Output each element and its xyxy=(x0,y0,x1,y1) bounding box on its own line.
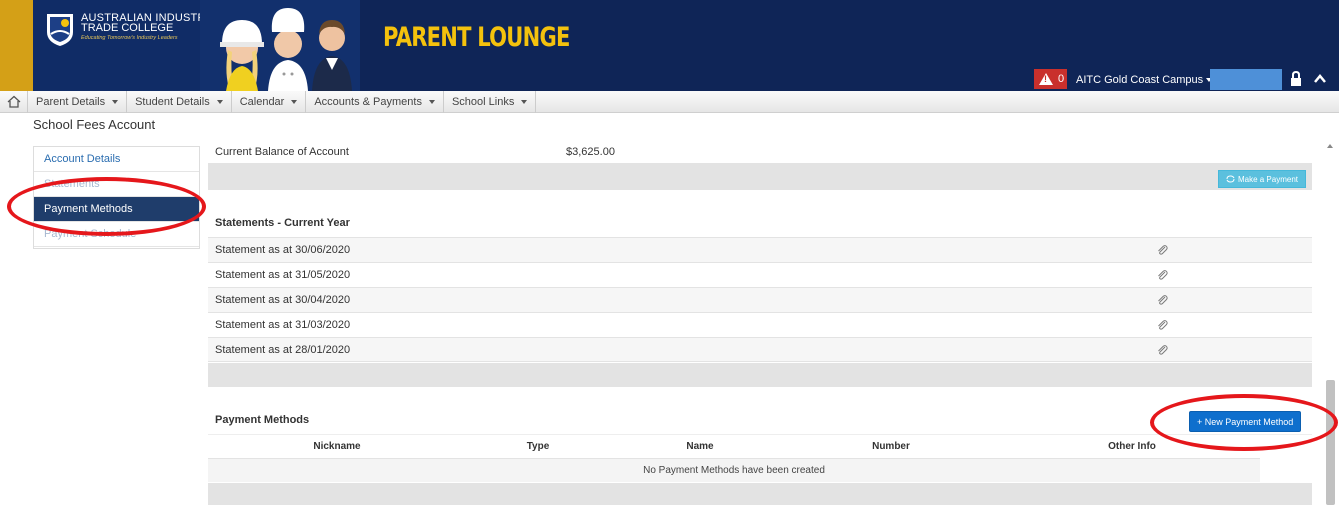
lock-icon[interactable] xyxy=(1289,70,1303,88)
nav-label: Accounts & Payments xyxy=(314,95,422,108)
warning-icon xyxy=(1039,73,1053,85)
column-header-name: Name xyxy=(686,441,714,452)
nav-student-details[interactable]: Student Details xyxy=(127,90,232,113)
logo-tagline: Educating Tomorrow's Industry Leaders xyxy=(81,35,178,41)
nav-school-links[interactable]: School Links xyxy=(444,90,537,113)
shield-logo-icon xyxy=(47,14,73,46)
make-payment-label: Make a Payment xyxy=(1237,174,1298,184)
payment-methods-title: Payment Methods xyxy=(215,414,310,426)
balance-label: Current Balance of Account xyxy=(215,145,349,158)
payment-methods-header: Nickname Type Name Number Other Info xyxy=(208,434,1312,458)
caret-down-icon xyxy=(428,99,435,104)
statements-title: Statements - Current Year xyxy=(215,217,350,229)
home-icon[interactable] xyxy=(0,90,28,113)
students-photo xyxy=(200,0,360,91)
paperclip-icon[interactable] xyxy=(1156,344,1168,357)
campus-dropdown[interactable]: AITC Gold Coast Campus xyxy=(1076,70,1213,89)
site-title: PARENT LOUNGE xyxy=(383,22,570,53)
statement-row[interactable]: Statement as at 31/05/2020 xyxy=(208,262,1312,287)
annotation-ellipse-new-payment-method xyxy=(1150,394,1338,451)
statement-row[interactable]: Statement as at 28/01/2020 xyxy=(208,337,1312,362)
statement-label: Statement as at 30/04/2020 xyxy=(215,294,351,306)
scroll-thumb[interactable] xyxy=(1326,380,1335,505)
chevron-up-icon[interactable] xyxy=(1313,70,1327,88)
statement-row[interactable]: Statement as at 30/06/2020 xyxy=(208,237,1312,262)
page-title: School Fees Account xyxy=(33,117,156,132)
statement-row[interactable]: Statement as at 30/04/2020 xyxy=(208,287,1312,312)
payment-methods-footer xyxy=(208,483,1312,505)
paperclip-icon[interactable] xyxy=(1156,244,1168,257)
annotation-ellipse-payment-methods xyxy=(7,177,206,236)
column-header-number: Number xyxy=(872,441,910,452)
caret-down-icon xyxy=(291,99,298,104)
campus-label: AITC Gold Coast Campus xyxy=(1076,73,1204,86)
nav-calendar[interactable]: Calendar xyxy=(232,90,307,113)
statement-label: Statement as at 28/01/2020 xyxy=(215,343,351,356)
statement-label: Statement as at 30/06/2020 xyxy=(215,244,351,256)
page-scrollbar[interactable] xyxy=(1323,140,1339,505)
make-payment-button[interactable]: Make a Payment xyxy=(1217,170,1306,188)
sidebar-item-label: Account Details xyxy=(44,153,121,165)
column-header-other-info: Other Info xyxy=(1108,441,1156,452)
empty-payment-methods: No Payment Methods have been created xyxy=(208,458,1260,482)
column-header-type: Type xyxy=(526,441,550,452)
scroll-up-arrow-icon[interactable] xyxy=(1327,144,1333,148)
nav-label: School Links xyxy=(451,95,515,108)
main-content: Current Balance of Account $3,625.00 Mak… xyxy=(208,140,1312,505)
paperclip-icon[interactable] xyxy=(1156,319,1168,332)
statement-label: Statement as at 31/03/2020 xyxy=(215,319,351,331)
alerts-button[interactable]: 0 xyxy=(1034,69,1067,89)
nav-label: Student Details xyxy=(135,95,210,108)
balance-row: Current Balance of Account $3,625.00 xyxy=(208,140,1312,164)
nav-parent-details[interactable]: Parent Details xyxy=(28,90,128,113)
column-header-nickname: Nickname xyxy=(313,441,361,452)
main-nav: Parent Details Student Details Calendar … xyxy=(0,90,1339,113)
statements-footer xyxy=(208,363,1312,387)
nav-label: Calendar xyxy=(239,95,285,108)
nav-label: Parent Details xyxy=(36,95,106,108)
refresh-icon xyxy=(1226,175,1235,183)
balance-value: $3,625.00 xyxy=(566,145,615,158)
user-account-box[interactable] xyxy=(1210,69,1282,90)
caret-down-icon xyxy=(216,99,223,104)
caret-down-icon xyxy=(521,99,528,104)
balance-footer xyxy=(208,164,1312,190)
header-banner: AUSTRALIAN INDUSTRY TRADE COLLEGE Educat… xyxy=(0,0,1339,91)
statements-list: Statement as at 30/06/2020 Statement as … xyxy=(208,237,1312,362)
sidebar-item-account-details[interactable]: Account Details xyxy=(34,147,199,172)
statement-label: Statement as at 31/05/2020 xyxy=(215,269,351,281)
alert-count: 0 xyxy=(1058,73,1065,85)
college-logo[interactable]: AUSTRALIAN INDUSTRY TRADE COLLEGE Educat… xyxy=(33,0,213,91)
gold-stripe xyxy=(0,0,33,91)
logo-text-line2: TRADE COLLEGE xyxy=(81,22,174,34)
paperclip-icon[interactable] xyxy=(1156,294,1168,307)
caret-down-icon xyxy=(112,99,119,104)
statement-row[interactable]: Statement as at 31/03/2020 xyxy=(208,312,1312,337)
nav-accounts-payments[interactable]: Accounts & Payments xyxy=(306,90,444,113)
paperclip-icon[interactable] xyxy=(1156,269,1168,282)
